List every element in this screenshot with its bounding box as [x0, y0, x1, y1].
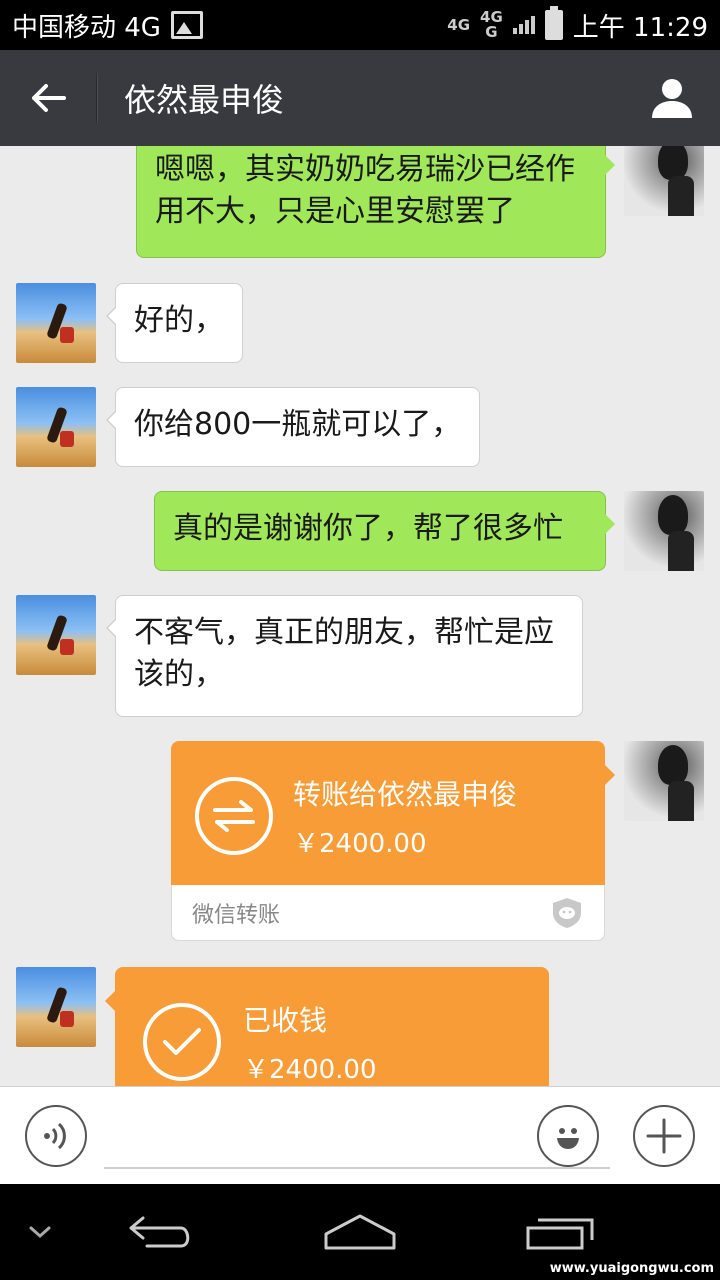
input-bar [0, 1086, 720, 1184]
clock: 上午 11:29 [572, 12, 708, 43]
network-type-1: 4G [447, 15, 471, 34]
transfer-arrows-icon [195, 777, 273, 855]
chat-area[interactable]: 嗯嗯，其实奶奶吃易瑞沙已经作用不大，只是心里安慰罢了 好的， 你给800一瓶就可… [0, 146, 720, 1086]
voice-icon [44, 1122, 66, 1150]
transfer-amount: ￥2400.00 [243, 1055, 377, 1085]
my-avatar[interactable] [624, 741, 704, 821]
message-bubble-incoming[interactable]: 你给800一瓶就可以了， [105, 387, 481, 467]
contact-avatar[interactable] [16, 967, 96, 1047]
transfer-card-body: 已收钱 ￥2400.00 [115, 967, 549, 1086]
hide-nav-button[interactable] [10, 1184, 70, 1280]
contact-avatar[interactable] [16, 283, 96, 363]
image-notification-icon [170, 11, 203, 39]
message-input[interactable] [104, 1107, 610, 1169]
emoji-button[interactable] [537, 1105, 599, 1167]
battery-icon [544, 6, 563, 40]
back-nav-icon [129, 1216, 190, 1248]
back-arrow-icon [32, 84, 66, 112]
my-avatar[interactable] [624, 146, 704, 216]
navigation-bar: www.yuaigongwu.com [0, 1184, 720, 1280]
recents-icon [526, 1218, 594, 1250]
more-button[interactable] [633, 1105, 695, 1167]
message-bubble-incoming[interactable]: 不客气，真正的朋友，帮忙是应该的， [106, 595, 583, 717]
home-nav-button[interactable] [320, 1184, 400, 1280]
transfer-footer-label: 微信转账 [192, 902, 281, 928]
message-bubble-outgoing[interactable]: 真的是谢谢你了，帮了很多忙 [154, 491, 615, 571]
transfer-title: 转账给依然最申俊 [293, 778, 518, 811]
transfer-card-received[interactable]: 已收钱 ￥2400.00 [105, 967, 549, 1086]
transfer-amount: ￥2400.00 [293, 829, 427, 859]
carrier-label: 中国移动 4G [12, 12, 161, 43]
transfer-card-sent[interactable]: 转账给依然最申俊 ￥2400.00 微信转账 [171, 741, 615, 941]
transfer-card-body: 转账给依然最申俊 ￥2400.00 [171, 741, 605, 885]
wechat-shield-icon [553, 897, 581, 928]
contact-avatar[interactable] [16, 387, 96, 467]
chevron-down-icon [29, 1226, 51, 1239]
contact-avatar[interactable] [16, 595, 96, 675]
my-avatar[interactable] [624, 491, 704, 571]
message-bubble-outgoing[interactable]: 嗯嗯，其实奶奶吃易瑞沙已经作用不大，只是心里安慰罢了 [136, 146, 615, 258]
transfer-footer: 微信转账 [171, 885, 605, 941]
watermark: www.yuaigongwu.com [549, 1261, 714, 1276]
profile-button[interactable] [624, 50, 720, 146]
plus-icon [646, 1118, 682, 1154]
voice-button[interactable] [25, 1105, 87, 1167]
chat-title: 依然最申俊 [124, 81, 285, 119]
check-icon [143, 1003, 221, 1081]
status-bar: 中国移动 4G 4G 4G G 上午 11:29 [0, 0, 720, 50]
home-icon [324, 1214, 396, 1250]
emoji-icon [557, 1128, 579, 1149]
person-icon [652, 79, 692, 118]
title-bar: 依然最申俊 [0, 50, 720, 146]
signal-icon [512, 16, 535, 34]
message-bubble-incoming[interactable]: 好的， [106, 283, 243, 363]
back-button[interactable] [0, 50, 96, 146]
transfer-title: 已收钱 [243, 1004, 328, 1037]
back-nav-button[interactable] [120, 1184, 200, 1280]
network-type-2: 4G G [480, 8, 503, 41]
title-divider [96, 73, 98, 123]
